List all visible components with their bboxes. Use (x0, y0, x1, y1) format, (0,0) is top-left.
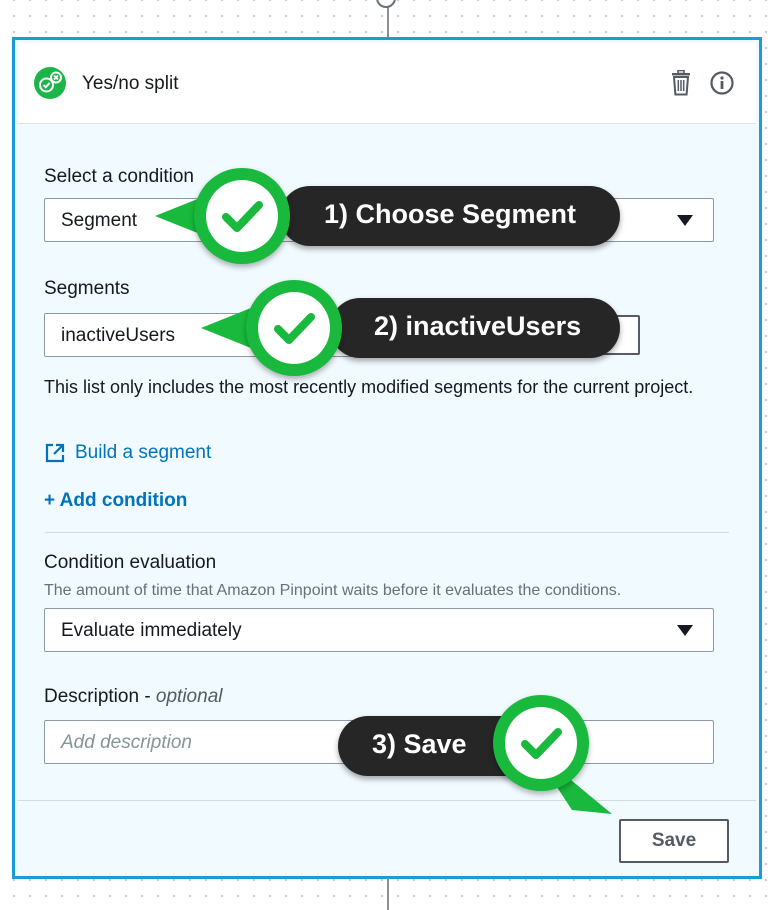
description-label: Description - optional (44, 686, 222, 708)
add-condition-link[interactable]: + Add condition (44, 490, 187, 512)
yes-no-split-icon (34, 67, 66, 99)
condition-evaluation-hint: The amount of time that Amazon Pinpoint … (44, 582, 622, 599)
trash-icon[interactable] (670, 70, 692, 96)
flow-connector-bottom (387, 878, 389, 910)
check-icon (274, 313, 315, 344)
condition-evaluation-label: Condition evaluation (44, 552, 217, 573)
panel-header: Yes/no split (18, 43, 756, 124)
segments-select-value: inactiveUsers (61, 325, 176, 346)
segments-help-text: This list only includes the most recentl… (44, 377, 694, 397)
condition-label: Select a condition (44, 166, 194, 187)
check-icon (222, 201, 263, 232)
info-icon[interactable] (710, 71, 734, 95)
evaluation-select[interactable]: Evaluate immediately (44, 608, 714, 652)
callout-step3-text: 3) Save (372, 729, 467, 759)
optional-tag: optional (155, 686, 223, 707)
section-divider (45, 532, 729, 533)
save-button[interactable]: Save (619, 819, 729, 863)
condition-select-value: Segment (61, 210, 138, 231)
callout-step2: 2) inactiveUsers (330, 298, 620, 358)
panel-title: Yes/no split (82, 73, 179, 94)
footer-divider (18, 800, 756, 801)
check-badge-1 (194, 168, 290, 264)
check-badge-2 (246, 280, 342, 376)
chevron-down-icon (677, 215, 693, 226)
build-segment-label: Build a segment (75, 442, 212, 463)
segments-label: Segments (44, 278, 130, 299)
evaluation-select-value: Evaluate immediately (61, 620, 242, 641)
callout-step2-text: 2) inactiveUsers (374, 311, 582, 341)
external-link-icon (45, 443, 65, 463)
chevron-down-icon (677, 625, 693, 636)
check-badge-3 (493, 695, 589, 791)
description-label-text: Description - (44, 686, 156, 707)
callout-step1: 1) Choose Segment (280, 186, 620, 246)
add-step-node[interactable] (376, 0, 396, 8)
check-icon (521, 728, 562, 759)
description-placeholder: Add description (61, 732, 192, 753)
callout-step1-text: 1) Choose Segment (324, 199, 577, 229)
